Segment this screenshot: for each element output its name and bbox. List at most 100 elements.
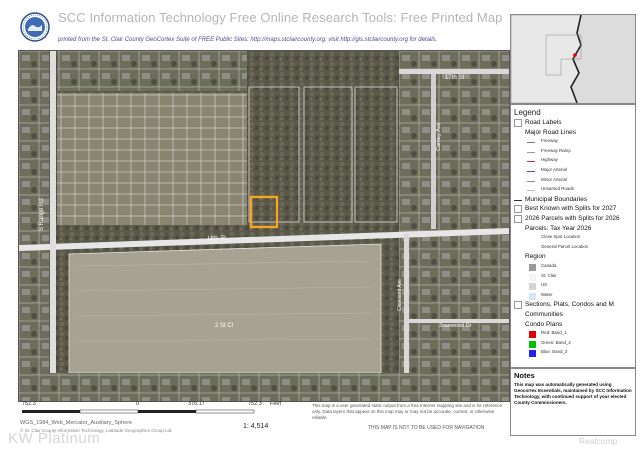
legend-item: Highway	[511, 157, 635, 167]
navigation-warning: THIS MAP IS NOT TO BE USED FOR NAVIGATIO…	[368, 425, 485, 431]
legend-item-label: Road Labels	[525, 119, 562, 126]
legend-item-label: Highway	[541, 157, 558, 163]
map-title: SCC Information Technology Free Online R…	[58, 10, 503, 25]
legend-item: Communities	[511, 311, 635, 321]
label-parcel-id: 2 St Cl	[215, 323, 233, 329]
legend-item: Parcels: Tax Year 2026	[511, 225, 635, 235]
legend-item: St. Clair	[511, 273, 635, 283]
county-seal-icon	[20, 12, 50, 42]
legend-item-label: Red: Band_1	[541, 330, 567, 336]
legend-item-label: Region	[525, 253, 546, 261]
legend-panel: Legend Road Labels Major Road Lines Freewa…	[510, 104, 636, 368]
legend-item-label: Close Spot Location	[541, 234, 581, 240]
parcels-east	[399, 51, 509, 401]
notes-panel: Notes This map was automatically generat…	[510, 368, 636, 436]
legend-item: Region	[511, 253, 635, 263]
scale-bar: 752.3 0 376.17 752.3 Feet	[20, 401, 290, 421]
label-17th-st: 17th St	[445, 75, 464, 81]
map-header: SCC Information Technology Free Online R…	[0, 0, 508, 50]
inset-locator-map[interactable]	[510, 14, 636, 104]
legend-swatch	[529, 350, 536, 358]
layer-checkbox[interactable]	[514, 215, 522, 223]
legend-item-label: Condo Plans	[525, 320, 563, 328]
legend-item-label: Canada	[541, 263, 557, 268]
legend-item-label: Best Known with Splits for 2027	[525, 205, 617, 213]
legend-line-symbol	[527, 142, 535, 144]
watermark-left: KW Platinum	[8, 430, 101, 447]
parcels-north	[57, 51, 247, 91]
legend-item-label: Blue: Band_3	[541, 349, 568, 355]
legend-swatch	[529, 340, 536, 348]
legend-item: Green: Band_2	[511, 340, 635, 350]
legend-item-label: St. Clair	[541, 272, 557, 278]
legend-line-symbol	[527, 190, 535, 192]
legend-item: Condo Plans	[511, 321, 635, 331]
legend-item: Canada	[511, 263, 635, 273]
legend-swatch	[529, 283, 536, 291]
legend-item-label: Minor Arterial	[541, 176, 567, 182]
layer-checkbox[interactable]	[514, 205, 522, 214]
legend-item[interactable]: Best Known with Splits for 2027	[511, 205, 635, 215]
legend-item: General Parcel Location	[511, 244, 635, 254]
road-s-range-rd	[50, 51, 56, 401]
legend-item-label: Major Arterial	[541, 167, 567, 172]
legend-item: Water	[511, 292, 635, 302]
watermark-right: Realcomp	[579, 436, 618, 446]
legend-item: Unnamed Roads	[511, 186, 635, 196]
map-subtitle: printed from the St. Clair County GeoCor…	[58, 37, 438, 43]
legend-item: Freeway Ramp	[511, 148, 635, 158]
legend-item-label: Freeway	[541, 138, 558, 144]
scale-tick-3: 376.17	[188, 401, 205, 407]
legend-item-label: US	[541, 282, 548, 288]
legend-item-label: Sections, Plats, Condos and M	[525, 301, 614, 309]
legend-line-symbol	[527, 151, 535, 153]
legend-swatch	[529, 292, 536, 300]
notes-title: Notes	[514, 371, 535, 380]
legend-item-label: 2026 Parcels with Splits for 2026	[525, 215, 620, 222]
legend-item: Red: Band_1	[511, 330, 635, 340]
legend-item-label: Major Road Lines	[525, 128, 576, 136]
scale-ratio: 1: 4,514	[243, 423, 269, 430]
location-marker-icon	[573, 53, 577, 57]
layer-checkbox[interactable]	[514, 119, 522, 127]
scale-tick-1: 752.3	[22, 401, 36, 407]
legend-item-label: Municipal Boundaries	[525, 195, 588, 203]
scale-tick-2: 0	[136, 401, 140, 407]
disclaimer-text: This map is a user generated static outp…	[312, 403, 503, 420]
notes-text: This map was automatically generated usi…	[514, 382, 632, 405]
road-17th-st	[399, 69, 509, 74]
legend-item-label: Freeway Ramp	[541, 147, 571, 153]
projection-label: WGS_1984_Web_Mercator_Auxiliary_Sphere	[20, 420, 133, 426]
legend-item: US	[511, 282, 635, 292]
legend-item: Blue: Band_3	[511, 349, 635, 359]
layer-checkbox[interactable]	[514, 301, 522, 310]
label-s-range-rd: S Range Rd	[39, 198, 45, 231]
parcels-south	[19, 373, 509, 401]
label-18th-st: 18th St	[207, 235, 227, 242]
label-joanwood-dr: Joanwood Dr	[439, 323, 472, 329]
legend-title: Legend	[514, 108, 541, 117]
legend-item[interactable]: Road Labels	[511, 119, 635, 129]
aerial-map-canvas: 18th St 17th St S Range Rd Carney Ave Cl…	[19, 51, 509, 401]
label-cleveland-ave: Cleveland Ave	[397, 279, 403, 311]
legend-line-symbol	[527, 180, 535, 182]
legend-item-label: General Parcel Location	[541, 243, 589, 249]
legend-item: Major Arterial	[511, 167, 635, 177]
legend-item-label: Parcels: Tax Year 2026	[525, 224, 592, 232]
legend-item[interactable]: 2026 Parcels with Splits for 2026	[511, 215, 635, 225]
legend-item: Major Road Lines	[511, 129, 635, 139]
aerial-map[interactable]: 18th St 17th St S Range Rd Carney Ave Cl…	[18, 50, 510, 402]
legend-item[interactable]: Sections, Plats, Condos and M	[511, 301, 635, 311]
legend-swatch	[529, 273, 536, 281]
legend-line-symbol	[527, 161, 535, 163]
scale-unit: Feet	[270, 401, 282, 407]
legend-swatch	[529, 264, 536, 271]
legend-line-symbol	[514, 199, 522, 201]
legend-item: Municipal Boundaries	[511, 196, 635, 206]
legend-item: Minor Arterial	[511, 177, 635, 187]
legend-item-label: Communities	[525, 311, 563, 318]
scale-tick-4: 752.3	[248, 401, 262, 407]
legend-item-label: Unnamed Roads	[541, 186, 574, 192]
legend-swatch	[529, 331, 536, 339]
legend-item: Freeway	[511, 138, 635, 148]
